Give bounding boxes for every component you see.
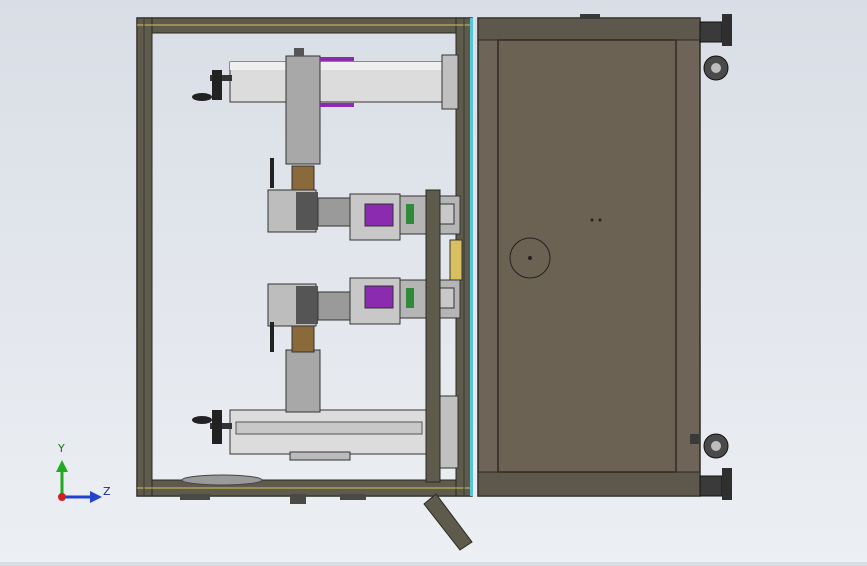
- assembly-drawing: [56, 14, 732, 551]
- top-handwheel[interactable]: [192, 70, 232, 101]
- triad-y-label: Y: [58, 442, 65, 455]
- top-linear-axis: [229, 48, 459, 165]
- bottom-linear-axis: [229, 349, 459, 469]
- caster-bottom: [699, 433, 732, 500]
- bottom-handwheel[interactable]: [192, 410, 232, 444]
- caster-top: [699, 14, 732, 81]
- triad-z-label: Z: [103, 485, 111, 498]
- cad-viewport[interactable]: Y Z: [0, 0, 867, 562]
- cabinet: [477, 14, 701, 497]
- coordinate-triad: [56, 460, 102, 503]
